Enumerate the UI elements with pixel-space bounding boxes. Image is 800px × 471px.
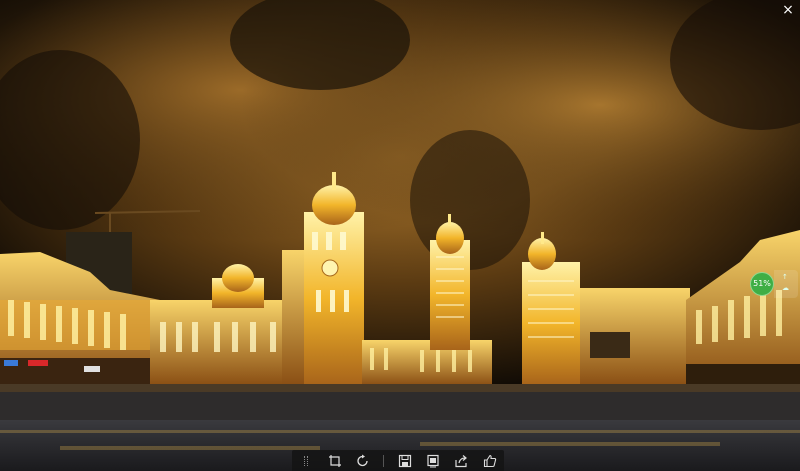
toolbar-divider bbox=[383, 454, 385, 467]
save-icon[interactable] bbox=[397, 453, 413, 469]
drag-handle[interactable] bbox=[298, 453, 314, 469]
crop-icon[interactable] bbox=[327, 453, 343, 469]
progress-percent: 51% bbox=[750, 272, 774, 296]
close-button[interactable]: × bbox=[780, 2, 796, 18]
image-viewer: × 51% ↑ ☁ bbox=[0, 0, 800, 471]
share-icon[interactable] bbox=[453, 453, 469, 469]
copy-icon[interactable] bbox=[425, 453, 441, 469]
rotate-icon[interactable] bbox=[355, 453, 371, 469]
like-icon[interactable] bbox=[482, 453, 498, 469]
speed-widget[interactable]: 51% ↑ ☁ bbox=[748, 268, 800, 302]
widget-stats-panel: ↑ ☁ bbox=[774, 270, 798, 298]
cloud-icon: ☁ bbox=[782, 284, 789, 292]
up-arrow-icon: ↑ bbox=[782, 273, 788, 281]
night-city-photo bbox=[0, 0, 800, 471]
image-toolbar bbox=[292, 450, 504, 471]
